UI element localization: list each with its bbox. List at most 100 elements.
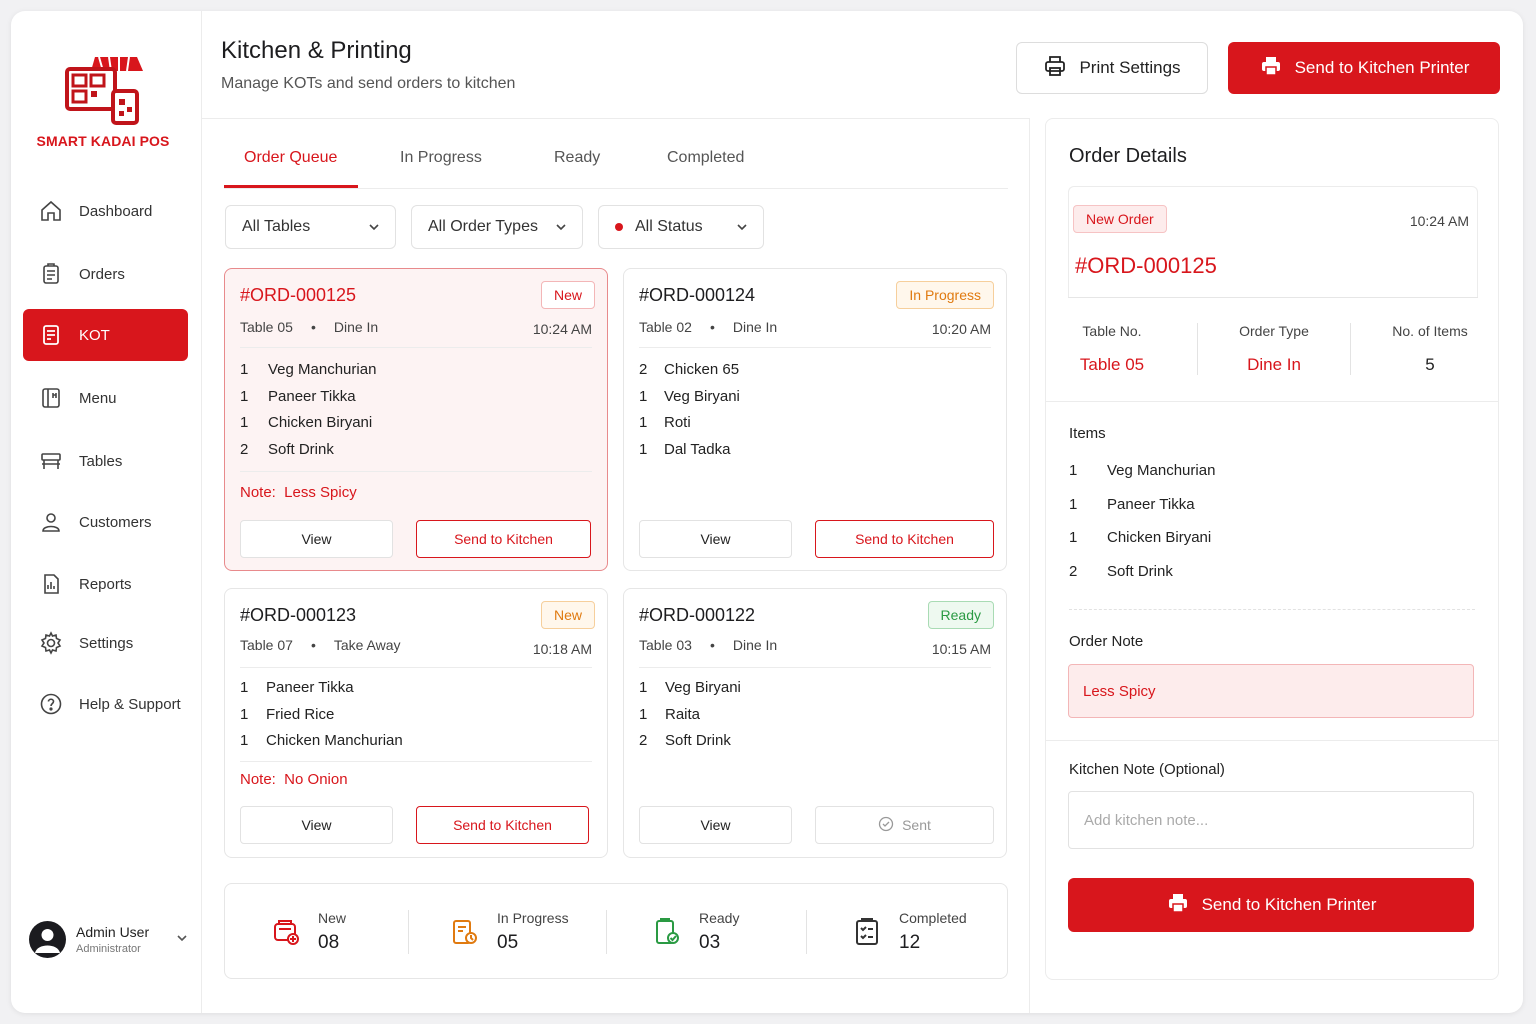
print-settings-button[interactable]: Print Settings (1016, 42, 1208, 94)
sidebar-item-menu[interactable]: Menu (23, 372, 188, 424)
status-badge: New (540, 281, 595, 309)
divider (639, 667, 991, 668)
stat-completed: Completed 12 (849, 884, 967, 980)
view-button[interactable]: View (240, 520, 393, 558)
page-subtitle: Manage KOTs and send orders to kitchen (221, 75, 516, 92)
send-to-kitchen-button[interactable]: Send to Kitchen (416, 806, 589, 844)
avatar (29, 920, 66, 958)
active-tab-indicator (224, 185, 358, 188)
sidebar-item-tables[interactable]: Tables (23, 435, 188, 487)
order-time: 10:24 AM (1409, 213, 1469, 229)
send-printer-label: Send to Kitchen Printer (1201, 895, 1377, 914)
tables-filter[interactable]: All Tables (225, 205, 396, 249)
print-settings-label: Print Settings (1079, 58, 1181, 77)
sidebar-item-label: KOT (79, 326, 110, 344)
sidebar-item-label: Dashboard (79, 202, 153, 220)
order-table: Table 03 (639, 637, 692, 653)
list-item: 1 Paneer Tikka (1069, 495, 1195, 513)
ready-icon (649, 914, 685, 950)
order-note-label: Order Note (1069, 633, 1144, 650)
user-icon (37, 508, 65, 536)
divider (1068, 297, 1478, 298)
divider (240, 471, 592, 472)
order-stats: New 08 In Progress 05 Ready 03 Completed… (224, 883, 1008, 979)
list-item: 1 Raita (639, 705, 701, 723)
sidebar-item-help[interactable]: Help & Support (23, 678, 188, 730)
send-to-kitchen-printer-button[interactable]: Send to Kitchen Printer (1068, 878, 1474, 932)
order-queue-panel: Order Queue In Progress Ready Completed … (202, 118, 1030, 1013)
chevron-down-icon[interactable] (175, 931, 189, 950)
stat-value: 05 (497, 932, 519, 953)
kitchen-note-input[interactable] (1068, 791, 1474, 849)
order-card[interactable]: #ORD-000122 Ready Table 03 • Dine In 10:… (623, 588, 1007, 858)
help-icon (37, 690, 65, 718)
divider (1046, 401, 1498, 402)
items-label: Items (1069, 425, 1106, 442)
sidebar-item-label: Customers (79, 513, 152, 531)
sidebar-item-customers[interactable]: Customers (23, 496, 188, 548)
sidebar-item-label: Orders (79, 265, 125, 283)
stat-label: Ready (699, 910, 740, 926)
order-summary: New Order 10:24 AM #ORD-000125 (1068, 186, 1478, 298)
list-item: 1 Roti (639, 414, 691, 431)
order-id: #ORD-000122 (639, 605, 756, 625)
order-meta: Table 03 • Dine In (639, 637, 778, 653)
printer-icon (1166, 891, 1202, 920)
chevron-down-icon (554, 220, 568, 239)
sidebar-item-label: Help & Support (79, 695, 181, 713)
order-type: Dine In (732, 319, 778, 335)
order-id: #ORD-000125 (240, 285, 357, 305)
divider (639, 347, 991, 348)
order-time: 10:24 AM (532, 321, 592, 337)
printer-icon (1259, 54, 1295, 83)
list-item: 1 Fried Rice (240, 705, 335, 723)
list-item: 1 Chicken Manchurian (240, 732, 403, 749)
view-button[interactable]: View (639, 520, 792, 558)
stat-new: New 08 (268, 884, 346, 980)
order-meta: Table 05 • Dine In (240, 319, 379, 335)
stat-ready: Ready 03 (649, 884, 739, 980)
order-card[interactable]: #ORD-000125 New Table 05 • Dine In 10:24… (224, 268, 608, 571)
sidebar-item-kot[interactable]: KOT (23, 309, 188, 361)
user-role: Administrator (76, 942, 141, 955)
divider (1046, 740, 1498, 741)
order-items: 1 Veg Manchurian 1 Paneer Tikka 1 Chicken B… (240, 361, 376, 467)
sidebar-item-settings[interactable]: Settings (23, 617, 188, 669)
order-types-filter[interactable]: All Order Types (411, 205, 583, 249)
brand-name: SMART KADAI POS (36, 133, 170, 149)
tab-bar: Order Queue In Progress Ready Completed (224, 119, 1008, 189)
tab-order-queue[interactable]: Order Queue (244, 149, 337, 167)
status-dot (615, 223, 623, 231)
tab-ready[interactable]: Ready (554, 149, 600, 167)
order-card[interactable]: #ORD-000123 New Table 07 • Take Away 10:… (224, 588, 608, 858)
tab-completed[interactable]: Completed (667, 149, 744, 167)
status-filter[interactable]: All Status (598, 205, 764, 249)
send-to-kitchen-printer-button[interactable]: Send to Kitchen Printer (1228, 42, 1500, 94)
order-time: 10:20 AM (931, 321, 991, 337)
order-items: 1 Veg Biryani 1 Raita 2 Soft Drink (639, 679, 741, 759)
sidebar-item-orders[interactable]: Orders (23, 248, 188, 300)
table-icon (37, 447, 65, 475)
order-card[interactable]: #ORD-000124 In Progress Table 02 • Dine … (623, 268, 1007, 571)
list-item: 1 Chicken Biryani (1069, 529, 1212, 546)
new-order-icon (268, 914, 304, 950)
status-badge: Ready (927, 601, 994, 629)
status-badge: New (540, 601, 595, 629)
tab-in-progress[interactable]: In Progress (400, 149, 482, 167)
list-item: 1 Chicken Biryani (240, 414, 373, 431)
clipboard-icon (37, 260, 65, 288)
send-to-kitchen-button[interactable]: Send to Kitchen (815, 520, 994, 558)
sent-label: Sent (902, 817, 931, 833)
view-button[interactable]: View (639, 806, 792, 844)
divider (240, 761, 592, 762)
list-item: 2 Soft Drink (240, 440, 334, 458)
view-button[interactable]: View (240, 806, 393, 844)
printer-icon (1043, 54, 1079, 83)
send-to-kitchen-button[interactable]: Send to Kitchen (416, 520, 591, 558)
stat-value: 03 (699, 932, 721, 953)
sidebar-item-reports[interactable]: Reports (23, 558, 188, 610)
order-note: Note: No Onion (240, 771, 348, 788)
order-table: Table 05 (240, 319, 293, 335)
user-profile[interactable]: Admin User Administrator (29, 917, 189, 961)
sidebar-item-dashboard[interactable]: Dashboard (23, 185, 188, 237)
